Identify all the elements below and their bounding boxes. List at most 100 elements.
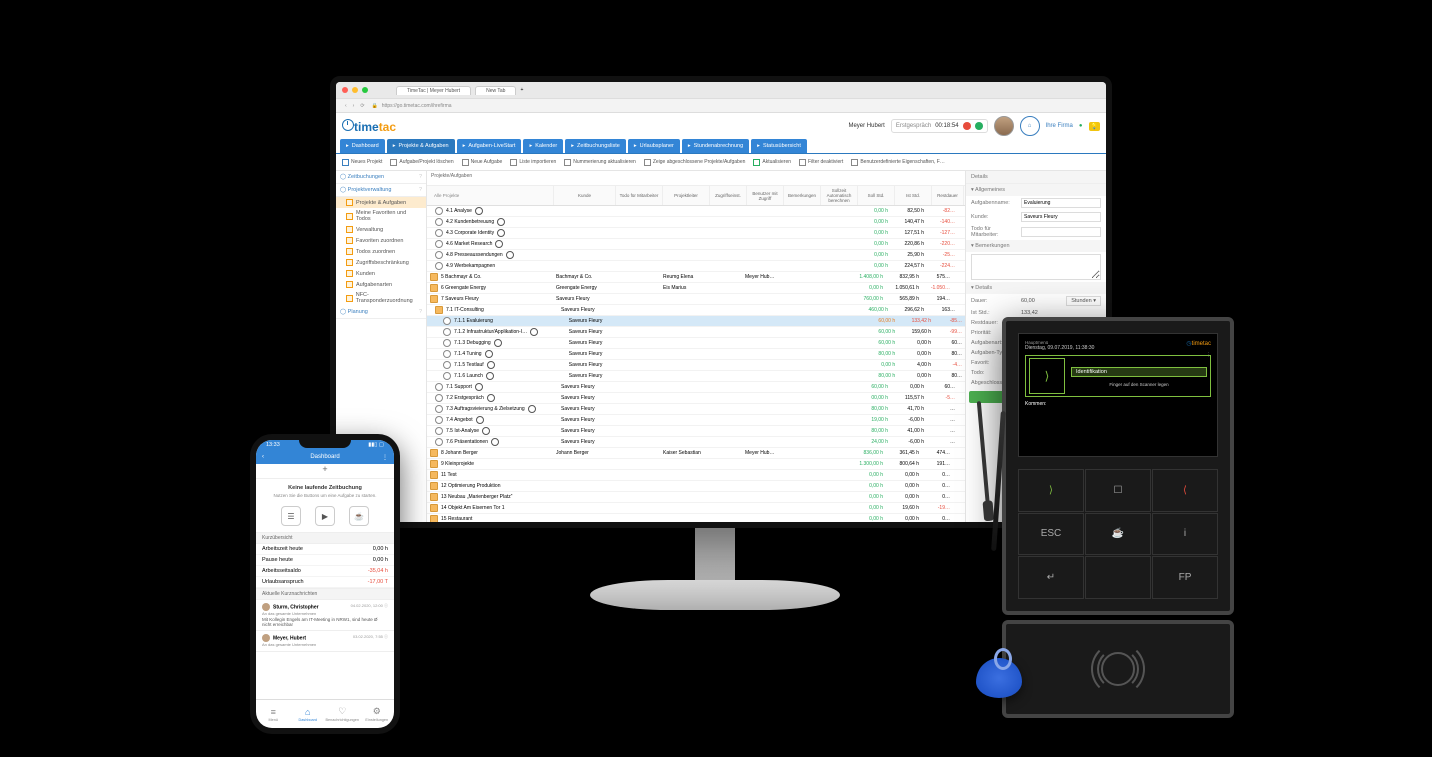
browser-tab-1[interactable]: TimeTac | Meyer Hubert — [396, 86, 471, 95]
timer-widget[interactable]: Erstgespräch 00:18:54 — [891, 119, 988, 133]
minimize-dot[interactable] — [352, 87, 358, 93]
sidebar-item-1-1[interactable]: Meine Favoriten und Todos — [336, 208, 426, 224]
grid-row[interactable]: 7.3 Auftragsvieierung & Zielsetzung Save… — [427, 404, 965, 415]
grid-row[interactable]: 7.5 Ist-Analyse Saveurs Fleury80,00 h41,… — [427, 426, 965, 437]
grid-row[interactable]: 13 Neubau „Marienberger Platz“ 0,00 h0,0… — [427, 492, 965, 503]
terminal-key-4[interactable]: ☕ — [1085, 513, 1151, 556]
record-icon[interactable] — [963, 122, 971, 130]
grid-row[interactable]: 4.2 Kundenbetreuung 0,00 h140,47 h-140… — [427, 217, 965, 228]
sidebar-item-1-4[interactable]: Todos zuordnen — [336, 246, 426, 257]
grid-row[interactable]: 4.3 Corporate Identity 0,00 h127,51 h-12… — [427, 228, 965, 239]
coffee-button[interactable]: ☕ — [349, 506, 369, 526]
toolbar-item-6[interactable]: Aktualisieren — [753, 159, 791, 166]
grid-row[interactable]: 5 Bachmayr & Co. Bachmayr & Co.Reumg Ele… — [427, 272, 965, 283]
play-icon[interactable] — [491, 438, 499, 446]
grid-row[interactable]: 7.1 Support Saveurs Fleury60,00 h0,00 h6… — [427, 382, 965, 393]
grid-row[interactable]: 15 Restaurant 0,00 h0,00 h0… — [427, 514, 965, 522]
col-rest[interactable]: Restdauer — [932, 186, 964, 205]
forward-icon[interactable]: › — [353, 103, 355, 109]
maximize-dot[interactable] — [362, 87, 368, 93]
play-icon[interactable] — [494, 339, 502, 347]
sidebar-section-0[interactable]: ◯ Zeitbuchungen? — [336, 171, 426, 184]
play-icon[interactable] — [475, 383, 483, 391]
play-icon[interactable] — [487, 361, 495, 369]
main-tab-5[interactable]: ▸ Urlaubsplaner — [628, 139, 680, 153]
main-tab-4[interactable]: ▸ Zeitbuchungsliste — [565, 139, 626, 153]
main-tab-2[interactable]: ▸ Aufgaben-LiveStart — [457, 139, 522, 153]
grid-row[interactable]: 7.1.5 Testlauf Saveurs Fleury0,00 h4,00 … — [427, 360, 965, 371]
stop-icon[interactable] — [975, 122, 983, 130]
main-tab-6[interactable]: ▸ Stundenabrechnung — [682, 139, 749, 153]
play-icon[interactable] — [487, 394, 495, 402]
play-icon[interactable] — [530, 328, 538, 336]
grid-row[interactable]: 8 Johann Berger Johann BergerKaiser Seba… — [427, 448, 965, 459]
back-icon[interactable]: ‹ — [262, 454, 264, 460]
toolbar-item-3[interactable]: Liste importieren — [510, 159, 556, 166]
message-item[interactable]: Meyer, Hubert03.02.2020, 7:55 ⒾAn das ge… — [256, 631, 394, 652]
grid-row[interactable]: 12 Optimierung Produktion 0,00 h0,00 h0… — [427, 481, 965, 492]
new-tab-icon[interactable]: + — [520, 87, 523, 93]
filter-dropdown[interactable]: Alle Projekte — [430, 193, 459, 198]
toolbar-item-4[interactable]: Nummerierung aktualisieren — [564, 159, 636, 166]
toolbar-item-2[interactable]: Neue Aufgabe — [462, 159, 503, 166]
grid-row[interactable]: 6 Greengate Energy Greengate EnergyEis M… — [427, 283, 965, 294]
toolbar-item-8[interactable]: Benutzerdefinierte Eigenschaften, F… — [851, 159, 945, 166]
col-pl[interactable]: Projektleiter — [663, 186, 710, 205]
url-text[interactable]: https://go.timetac.com/ihrefirma — [382, 103, 452, 109]
main-tab-0[interactable]: ▸ Dashboard — [340, 139, 385, 153]
terminal-key-2[interactable]: ⟨ — [1152, 469, 1218, 512]
detail-dropdown[interactable] — [1021, 227, 1101, 237]
toolbar-item-7[interactable]: Filter deaktiviert — [799, 159, 843, 166]
grid-row[interactable]: 7.4 Angebot Saveurs Fleury19,00 h-6,00 h… — [427, 415, 965, 426]
sidebar-item-1-6[interactable]: Kunden — [336, 268, 426, 279]
reload-icon[interactable]: ⟳ — [360, 103, 364, 109]
sidebar-item-1-5[interactable]: Zugriffsbeschränkung — [336, 257, 426, 268]
play-icon[interactable] — [497, 218, 505, 226]
play-icon[interactable] — [486, 372, 494, 380]
grid-row[interactable]: 7.1.1 Evaluierung Saveurs Fleury60,00 h1… — [427, 316, 965, 327]
grid-row[interactable]: 4.9 Werbekampagnen 0,00 h224,57 h-224… — [427, 261, 965, 272]
sidebar-section-2[interactable]: ◯ Planung? — [336, 306, 426, 319]
play-icon[interactable] — [506, 251, 514, 259]
detail-input[interactable] — [1021, 212, 1101, 222]
menu-icon[interactable]: ⋮ — [382, 454, 388, 461]
memo-input[interactable] — [971, 254, 1101, 280]
play-icon[interactable] — [475, 207, 483, 215]
help-icon[interactable]: ? — [419, 174, 422, 180]
list-button[interactable]: ☰ — [281, 506, 301, 526]
close-dot[interactable] — [342, 87, 348, 93]
grid-row[interactable]: 7.1.3 Debugging Saveurs Fleury60,00 h0,0… — [427, 338, 965, 349]
unit-dropdown[interactable]: Stunden ▾ — [1066, 296, 1101, 306]
play-button[interactable]: ▶ — [315, 506, 335, 526]
main-tab-3[interactable]: ▸ Kalender — [523, 139, 563, 153]
col-ist[interactable]: Ist Std. — [895, 186, 932, 205]
terminal-key-8[interactable]: FP — [1152, 556, 1218, 599]
play-icon[interactable] — [528, 405, 536, 413]
help-icon[interactable]: ? — [419, 187, 422, 193]
col-zugriff[interactable]: Zugriffseinst. — [710, 186, 747, 205]
sidebar-item-1-2[interactable]: Verwaltung — [336, 224, 426, 235]
main-tab-1[interactable]: ▸ Projekte & Aufgaben — [387, 139, 455, 153]
user-avatar[interactable] — [994, 116, 1014, 136]
back-icon[interactable]: ‹ — [345, 103, 347, 109]
play-icon[interactable] — [482, 427, 490, 435]
col-kunde[interactable]: Kunde — [554, 186, 616, 205]
col-benutzer[interactable]: Benutzer mit Zugriff — [747, 186, 784, 205]
terminal-key-7[interactable] — [1085, 556, 1151, 599]
grid-row[interactable]: 4.6 Market Research 0,00 h220,86 h-220… — [427, 239, 965, 250]
grid-row[interactable]: 4.1 Analyse 0,00 h82,50 h-82… — [427, 206, 965, 217]
col-todo[interactable]: Todo für Mitarbeiter — [616, 186, 663, 205]
play-icon[interactable] — [485, 350, 493, 358]
toolbar-item-5[interactable]: Zeige abgeschlossene Projekte/Aufgaben — [644, 159, 746, 166]
grid-row[interactable]: 7.1 IT-Consulting Saveurs Fleury460,00 h… — [427, 305, 965, 316]
grid-row[interactable]: 7.1.2 Infrastruktur/Applikation-I… Saveu… — [427, 327, 965, 338]
terminal-key-6[interactable]: ↵ — [1018, 556, 1084, 599]
grid-row[interactable]: 7 Saveurs Fleury Saveurs Fleury760,00 h5… — [427, 294, 965, 305]
main-tab-7[interactable]: ▸ Statusübersicht — [751, 139, 807, 153]
bottom-nav-benachrichtigungen[interactable]: ♡Benachrichtigungen — [325, 700, 360, 728]
add-button[interactable]: + — [256, 464, 394, 479]
url-bar[interactable]: ‹ › ⟳ 🔒 https://go.timetac.com/ihrefirma — [336, 99, 1106, 113]
grid-row[interactable]: 7.1.4 Tuning Saveurs Fleury80,00 h0,00 h… — [427, 349, 965, 360]
grid-row[interactable]: 7.1.6 Launch Saveurs Fleury80,00 h0,00 h… — [427, 371, 965, 382]
grid-row[interactable]: 11 Test 0,00 h0,00 h0… — [427, 470, 965, 481]
